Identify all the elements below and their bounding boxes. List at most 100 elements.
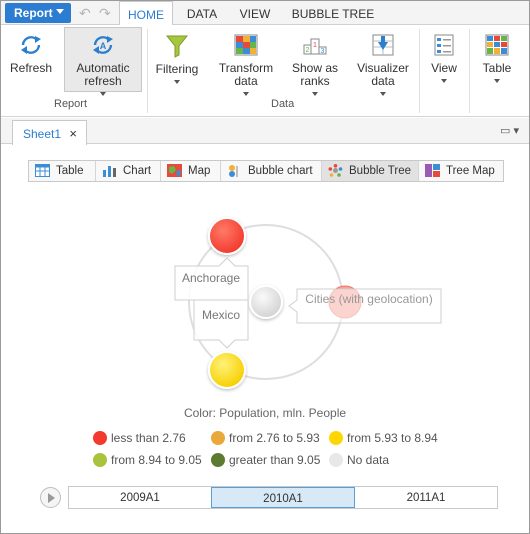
tab-data-label: DATA (186, 7, 218, 21)
bubble-node-anchorage[interactable] (208, 217, 246, 255)
sheet-tab[interactable]: Sheet1 × (12, 120, 87, 145)
visualizer-data-label-2: data (371, 74, 395, 88)
tab-bubble-tree-label: BUBBLE TREE (291, 7, 375, 21)
tree-map-icon (425, 164, 440, 177)
switch-chart-label: Chart (123, 165, 152, 177)
switch-map[interactable]: Map (161, 161, 221, 181)
legend-swatch (211, 431, 225, 445)
close-icon[interactable]: × (69, 126, 77, 141)
legend-label: from 2.76 to 5.93 (229, 431, 320, 445)
filtering-label: Filtering (155, 62, 199, 76)
chevron-down-icon (100, 92, 106, 96)
chevron-down-icon (174, 80, 180, 84)
tab-bubble-tree[interactable]: BUBBLE TREE (285, 1, 381, 26)
legend-item: greater than 9.05 (211, 453, 320, 467)
anchorage-label: Anchorage (182, 271, 240, 285)
mexico-label: Mexico (202, 308, 240, 322)
legend-label: from 8.94 to 9.05 (111, 453, 202, 467)
switch-table[interactable]: Table (29, 161, 96, 181)
timeline-item-2009a1[interactable]: 2009A1 (69, 487, 211, 508)
legend-swatch (329, 431, 343, 445)
switch-table-label: Table (56, 165, 84, 177)
timeline-item-2010a1[interactable]: 2010A1 (211, 487, 355, 508)
svg-text:1: 1 (313, 42, 317, 49)
legend-label: from 5.93 to 8.94 (347, 431, 438, 445)
timeline-item-2011a1[interactable]: 2011A1 (355, 487, 497, 508)
switch-bubble-chart[interactable]: Bubble chart (221, 161, 322, 181)
group-label-report: Report (54, 98, 88, 110)
chevron-down-icon (312, 92, 318, 96)
bubble-node-mexico[interactable] (208, 351, 246, 389)
report-menu-button[interactable]: Report (5, 3, 71, 23)
table-icon (35, 164, 50, 177)
map-icon (167, 164, 182, 177)
bubble-center-node[interactable] (249, 285, 283, 319)
switch-bubble-tree[interactable]: Bubble Tree (322, 161, 419, 181)
bubble-tree-icon (328, 164, 343, 177)
automatic-refresh-content: A Automatic refresh (64, 33, 142, 96)
refresh-label: Refresh (9, 61, 53, 75)
timeline: 2009A1 2010A1 2011A1 (68, 486, 498, 509)
transform-data-label-2: data (234, 74, 258, 88)
legend-swatch (93, 431, 107, 445)
window-options-icon[interactable]: ▭ ▾ (500, 124, 519, 137)
switch-chart[interactable]: Chart (96, 161, 161, 181)
sheet-tab-bar: Sheet1 × ▭ ▾ (1, 118, 529, 145)
chevron-down-icon (494, 79, 500, 83)
tab-home[interactable]: HOME (119, 1, 173, 26)
legend-item: No data (329, 453, 389, 467)
filtering-button[interactable]: Filtering (153, 33, 201, 84)
svg-text:A: A (100, 41, 107, 51)
sheet-tab-label: Sheet1 (23, 127, 62, 141)
transform-data-button[interactable]: Transform data (216, 33, 276, 96)
view-label: View (431, 61, 457, 75)
legend-swatch (211, 453, 225, 467)
legend-label: greater than 9.05 (229, 453, 321, 467)
table-label: Table (482, 61, 512, 75)
transform-data-icon (234, 34, 258, 56)
svg-text:2: 2 (306, 47, 310, 54)
show-as-ranks-button[interactable]: 2 1 3 Show as ranks (287, 33, 343, 96)
chevron-down-icon (56, 9, 64, 14)
tab-home-label: HOME (128, 8, 164, 22)
switch-bubble-tree-label: Bubble Tree (349, 165, 412, 177)
switch-map-label: Map (188, 165, 211, 177)
ribbon: Refresh A Automatic refresh Filtering Tr… (1, 25, 529, 117)
ribbon-divider (469, 29, 470, 113)
refresh-button[interactable]: Refresh (7, 33, 55, 75)
switch-bubble-chart-label: Bubble chart (248, 165, 313, 177)
switch-tree-map-label: Tree Map (446, 165, 495, 177)
show-as-ranks-label-2: ranks (300, 74, 330, 88)
undo-icon[interactable]: ↶ (79, 5, 91, 22)
table-button[interactable]: Table (475, 33, 519, 83)
view-icon (434, 34, 454, 56)
tab-view[interactable]: VIEW (233, 1, 277, 26)
refresh-icon (21, 36, 41, 54)
visualizer-data-icon (372, 34, 394, 56)
legend-item: from 5.93 to 8.94 (329, 431, 438, 445)
bubble-chart-icon (229, 165, 238, 177)
play-button[interactable] (40, 487, 61, 508)
tab-data[interactable]: DATA (181, 1, 223, 26)
ribbon-divider (147, 29, 148, 113)
legend-swatch (329, 453, 343, 467)
report-label: Report (14, 6, 53, 20)
chevron-down-icon (243, 92, 249, 96)
center-label: Cities (with geolocation) (305, 292, 432, 306)
top-menu-bar: Report ↶ ↷ HOME DATA VIEW BUBBLE TREE (1, 1, 529, 26)
visualizer-switcher: Table Chart Map Bubble chart Bubble Tree… (28, 160, 504, 182)
legend-title: Color: Population, mln. People (183, 406, 347, 420)
view-button[interactable]: View (425, 33, 463, 83)
visualizer-data-button[interactable]: Visualizer data (353, 33, 413, 96)
switch-tree-map[interactable]: Tree Map (419, 161, 503, 181)
table-style-icon (485, 34, 509, 56)
automatic-refresh-icon: A (93, 36, 113, 54)
redo-icon[interactable]: ↷ (99, 5, 111, 22)
legend-item: from 8.94 to 9.05 (93, 453, 202, 467)
legend-label: No data (347, 453, 390, 467)
svg-text:3: 3 (321, 48, 325, 55)
chevron-down-icon (441, 79, 447, 83)
legend-label: less than 2.76 (111, 431, 186, 445)
automatic-refresh-label-2: refresh (84, 74, 122, 88)
filter-icon (165, 35, 189, 58)
